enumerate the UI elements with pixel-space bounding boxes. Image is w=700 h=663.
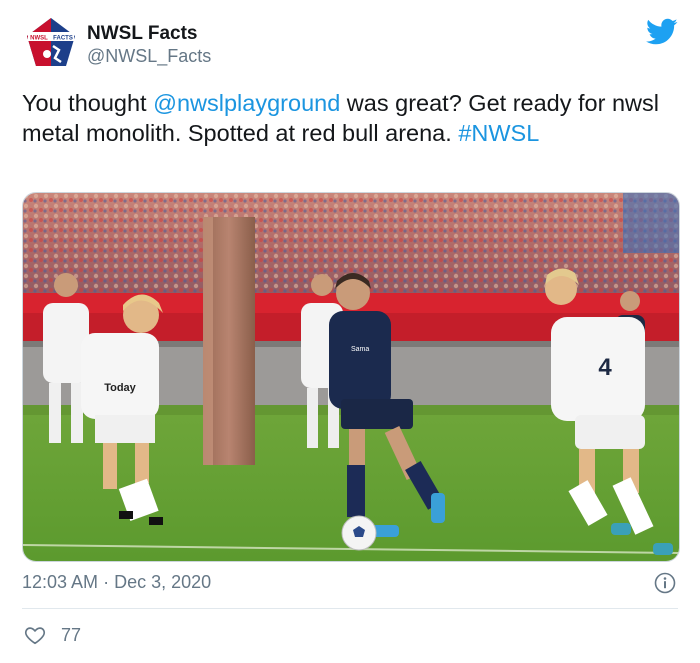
heart-icon[interactable] bbox=[24, 624, 46, 646]
shirt-sponsor-text: Today bbox=[104, 382, 136, 394]
logo-text-right: FACTS bbox=[53, 36, 73, 42]
soccer-ball bbox=[341, 515, 377, 551]
logo-text-left: NWSL bbox=[30, 36, 48, 42]
jersey-number-text: 4 bbox=[598, 354, 612, 381]
hashtag-link[interactable]: #NWSL bbox=[458, 120, 539, 146]
account-name[interactable]: NWSL Facts bbox=[87, 23, 198, 45]
tweet-text: You thought @nwslplayground was great? G… bbox=[22, 88, 682, 148]
account-avatar[interactable]: NWSL FACTS bbox=[25, 16, 77, 68]
tweet-text-part-1: You thought bbox=[22, 90, 154, 116]
like-count[interactable]: 77 bbox=[61, 625, 81, 646]
tweet-time: 12:03 AM bbox=[22, 572, 99, 592]
tweet-card: NWSL FACTS NWSL Facts @NWSL_Facts You th… bbox=[0, 0, 700, 663]
twitter-bird-icon[interactable] bbox=[646, 18, 678, 46]
mention-link[interactable]: @nwslplayground bbox=[153, 90, 340, 116]
soccer-match-photo: Today Sama 4 bbox=[23, 193, 679, 561]
tweet-date: Dec 3, 2020 bbox=[114, 572, 212, 592]
shirt-sponsor-text-2: Sama bbox=[351, 346, 369, 353]
tweet-photo[interactable]: Today Sama 4 bbox=[22, 192, 680, 562]
account-handle[interactable]: @NWSL_Facts bbox=[87, 46, 211, 67]
tweet-timestamp[interactable]: 12:03 AM · Dec 3, 2020 bbox=[22, 572, 211, 593]
divider bbox=[22, 608, 678, 609]
timestamp-separator: · bbox=[103, 572, 110, 592]
info-icon[interactable] bbox=[654, 572, 676, 594]
